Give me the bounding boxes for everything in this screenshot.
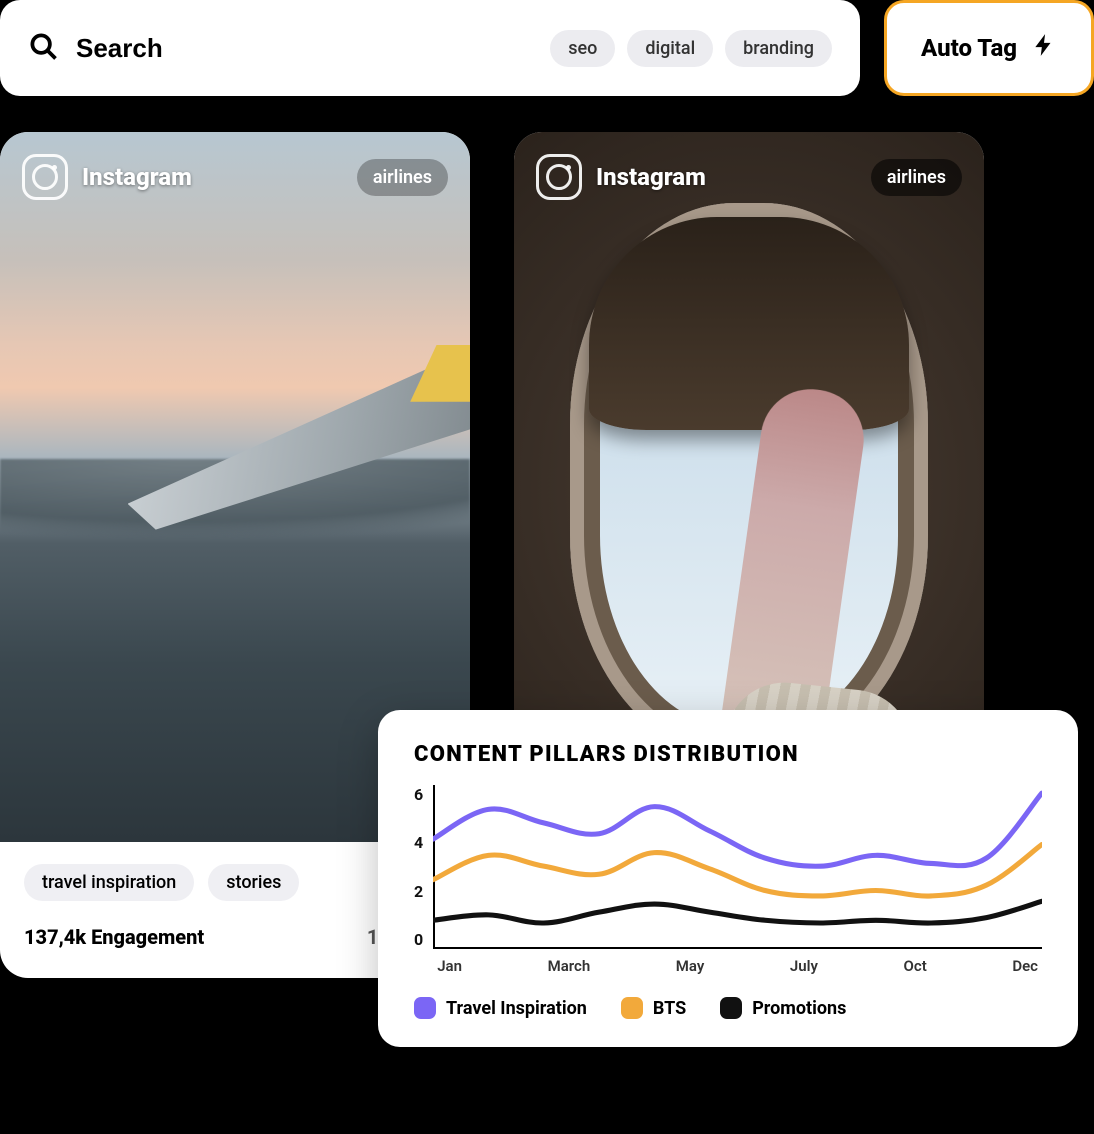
- legend-swatch: [720, 997, 742, 1019]
- category-tag[interactable]: airlines: [871, 159, 962, 196]
- legend-swatch: [621, 997, 643, 1019]
- legend-label: Travel Inspiration: [446, 998, 587, 1019]
- suggestion-pill[interactable]: branding: [725, 30, 832, 67]
- chart-series-line: [433, 845, 1042, 897]
- y-tick: 2: [414, 882, 423, 901]
- legend-label: Promotions: [752, 998, 846, 1019]
- content-tag[interactable]: travel inspiration: [24, 864, 194, 901]
- category-tag[interactable]: airlines: [357, 159, 448, 196]
- chart-panel: CONTENT PILLARS DISTRIBUTION 6 4 2 0 Jan…: [378, 710, 1078, 1047]
- chart-legend: Travel Inspiration BTS Promotions: [414, 997, 1042, 1019]
- instagram-icon: [536, 154, 582, 200]
- x-tick: Oct: [904, 957, 927, 975]
- legend-item: Promotions: [720, 997, 846, 1019]
- x-axis: Jan March May July Oct Dec: [433, 957, 1042, 975]
- x-tick: July: [790, 957, 818, 975]
- chart-series-line: [433, 901, 1042, 923]
- content-tag[interactable]: stories: [208, 864, 299, 901]
- chart-plot: Jan March May July Oct Dec: [433, 785, 1042, 975]
- x-tick: March: [548, 957, 591, 975]
- search-panel: seo digital branding: [0, 0, 860, 96]
- search-input[interactable]: [76, 33, 532, 64]
- engagement-value: 137,4k Engagement: [24, 925, 204, 949]
- legend-item: BTS: [621, 997, 686, 1019]
- legend-swatch: [414, 997, 436, 1019]
- chart-series-line: [433, 793, 1042, 866]
- lightning-icon: [1031, 32, 1057, 64]
- x-tick: May: [676, 957, 705, 975]
- suggestion-pill[interactable]: digital: [627, 30, 713, 67]
- legend-item: Travel Inspiration: [414, 997, 587, 1019]
- x-tick: Jan: [437, 957, 462, 975]
- auto-tag-label: Auto Tag: [921, 34, 1017, 62]
- y-tick: 4: [414, 833, 423, 852]
- y-tick: 6: [414, 785, 423, 804]
- platform-label: Instagram: [596, 163, 857, 191]
- search-icon: [28, 31, 58, 65]
- search-suggestions: seo digital branding: [550, 30, 832, 67]
- legend-label: BTS: [653, 998, 686, 1019]
- y-tick: 0: [414, 930, 423, 949]
- y-axis: 6 4 2 0: [414, 785, 433, 975]
- instagram-icon: [22, 154, 68, 200]
- auto-tag-button[interactable]: Auto Tag: [884, 0, 1094, 96]
- platform-label: Instagram: [82, 163, 343, 191]
- x-tick: Dec: [1012, 957, 1038, 975]
- chart-area: 6 4 2 0 Jan March May July Oct Dec: [414, 785, 1042, 975]
- chart-title: CONTENT PILLARS DISTRIBUTION: [414, 742, 1042, 767]
- suggestion-pill[interactable]: seo: [550, 30, 615, 67]
